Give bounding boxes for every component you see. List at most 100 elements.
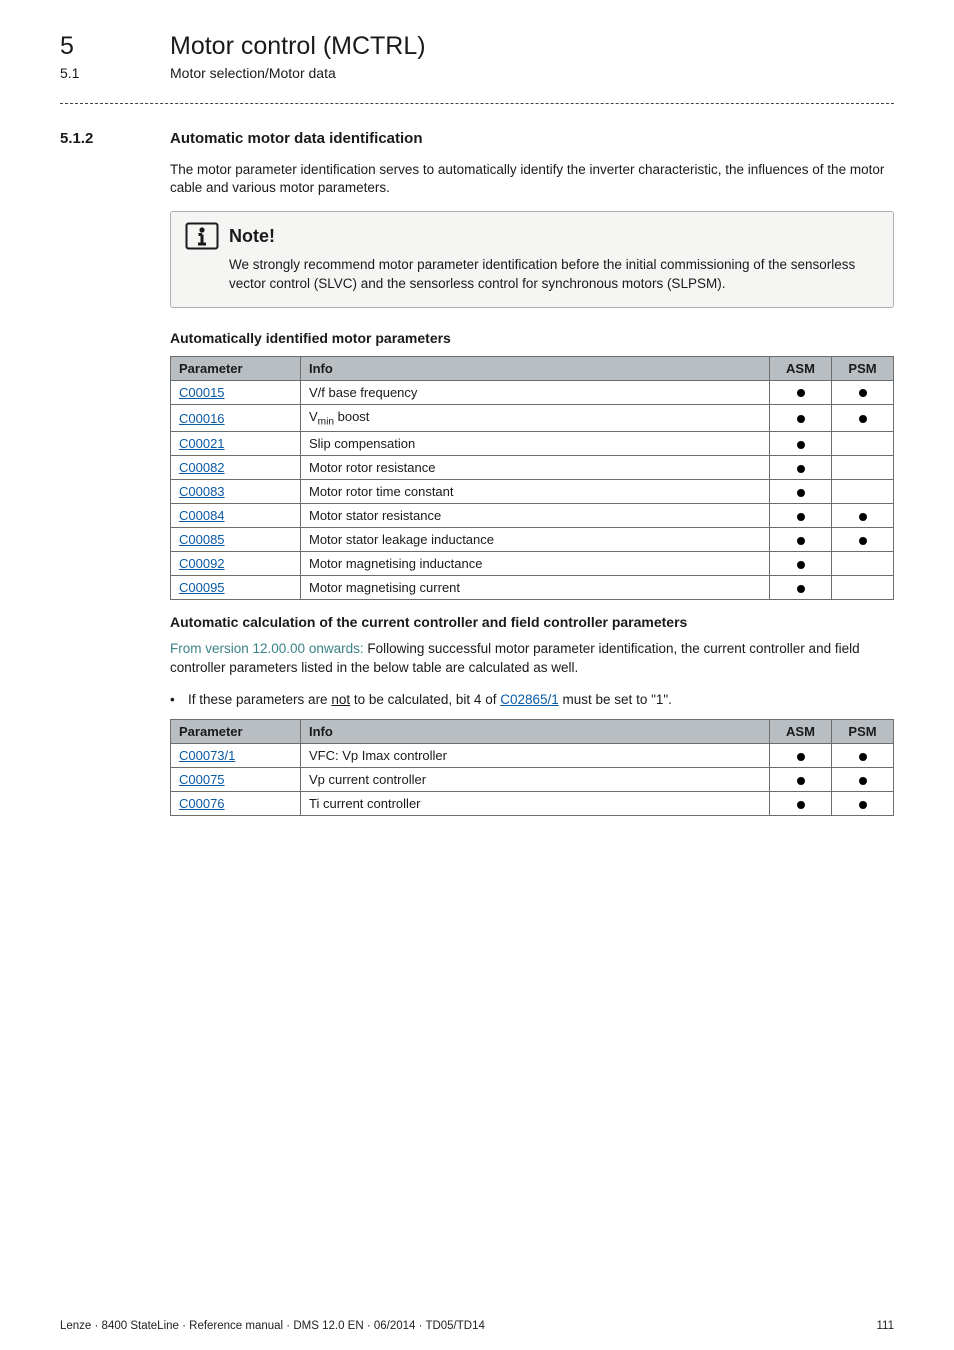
param-link[interactable]: C00075 [179, 772, 225, 787]
dot-icon [859, 389, 867, 397]
param-link[interactable]: C00076 [179, 796, 225, 811]
dot-icon [859, 415, 867, 423]
table-row: C00084 Motor stator resistance [171, 504, 894, 528]
dot-icon [797, 537, 805, 545]
asm-cell [770, 552, 832, 576]
subsection-number: 5.1.2 [60, 130, 170, 147]
table-row: C00082 Motor rotor resistance [171, 456, 894, 480]
table-row: C00076 Ti current controller [171, 792, 894, 816]
chapter-number: 5 [60, 32, 170, 61]
param-link[interactable]: C00085 [179, 532, 225, 547]
auto-params-table: Parameter Info ASM PSM C00015V/f base fr… [170, 356, 894, 601]
intro-paragraph: The motor parameter identification serve… [170, 161, 894, 197]
psm-cell [832, 404, 894, 432]
bullet-item: • If these parameters are not to be calc… [170, 691, 894, 709]
asm-cell [770, 504, 832, 528]
info-icon [185, 222, 219, 250]
dot-icon [797, 389, 805, 397]
dot-icon [859, 801, 867, 809]
auto-calc-heading: Automatic calculation of the current con… [170, 614, 894, 630]
dot-icon [797, 415, 805, 423]
table-row: C00073/1VFC: Vp Imax controller [171, 744, 894, 768]
asm-cell [770, 768, 832, 792]
psm-cell [832, 480, 894, 504]
asm-cell [770, 792, 832, 816]
param-link[interactable]: C00092 [179, 556, 225, 571]
bullet-text: If these parameters are not to be calcul… [188, 691, 672, 709]
dot-icon [797, 441, 805, 449]
dot-icon [859, 777, 867, 785]
dot-icon [859, 753, 867, 761]
page-footer: Lenze · 8400 StateLine · Reference manua… [60, 1320, 894, 1332]
info-cell: Motor rotor resistance [301, 456, 770, 480]
info-cell: Vmin boost [301, 404, 770, 432]
col-parameter: Parameter [171, 356, 301, 380]
param-link[interactable]: C00095 [179, 580, 225, 595]
bullet-text-mid: to be calculated, bit 4 of [350, 692, 500, 707]
table-row: C00083 Motor rotor time constant [171, 480, 894, 504]
asm-cell [770, 744, 832, 768]
table-row: C00016 Vmin boost [171, 404, 894, 432]
dot-icon [797, 465, 805, 473]
param-link[interactable]: C00084 [179, 508, 225, 523]
col-info: Info [301, 720, 770, 744]
dot-icon [797, 753, 805, 761]
asm-cell [770, 480, 832, 504]
section-number: 5.1 [60, 65, 170, 81]
section-heading: 5.1.2 Automatic motor data identificatio… [60, 130, 894, 147]
running-header: 5 Motor control (MCTRL) 5.1 Motor select… [60, 32, 894, 81]
dot-icon [859, 513, 867, 521]
col-parameter: Parameter [171, 720, 301, 744]
auto-params-heading: Automatically identified motor parameter… [170, 330, 894, 346]
col-asm: ASM [770, 356, 832, 380]
info-cell: Slip compensation [301, 432, 770, 456]
dot-icon [797, 777, 805, 785]
psm-cell [832, 380, 894, 404]
col-info: Info [301, 356, 770, 380]
param-link[interactable]: C00083 [179, 484, 225, 499]
dot-icon [797, 561, 805, 569]
dot-icon [797, 585, 805, 593]
asm-cell [770, 456, 832, 480]
param-link[interactable]: C00073/1 [179, 748, 235, 763]
psm-cell [832, 552, 894, 576]
param-link[interactable]: C00016 [179, 411, 225, 426]
bullet-icon: • [170, 691, 188, 709]
asm-cell [770, 528, 832, 552]
dot-icon [797, 489, 805, 497]
info-cell: Vp current controller [301, 768, 770, 792]
psm-cell [832, 792, 894, 816]
version-note: From version 12.00.00 onwards: [170, 641, 364, 656]
info-cell: Motor stator resistance [301, 504, 770, 528]
chapter-title: Motor control (MCTRL) [170, 32, 426, 61]
table-row: C00021 Slip compensation [171, 432, 894, 456]
dot-icon [797, 801, 805, 809]
psm-cell [832, 576, 894, 600]
param-link[interactable]: C00021 [179, 436, 225, 451]
table-row: C00085 Motor stator leakage inductance [171, 528, 894, 552]
col-psm: PSM [832, 356, 894, 380]
bullet-text-post: must be set to "1". [559, 692, 672, 707]
psm-cell [832, 528, 894, 552]
asm-cell [770, 404, 832, 432]
divider-dashed [60, 103, 894, 104]
psm-cell [832, 432, 894, 456]
psm-cell [832, 456, 894, 480]
info-cell: Ti current controller [301, 792, 770, 816]
info-cell: Motor rotor time constant [301, 480, 770, 504]
asm-cell [770, 380, 832, 404]
bullet-link[interactable]: C02865/1 [500, 692, 559, 707]
table-header-row: Parameter Info ASM PSM [171, 720, 894, 744]
param-link[interactable]: C00015 [179, 385, 225, 400]
info-cell: Motor magnetising current [301, 576, 770, 600]
info-cell: Motor stator leakage inductance [301, 528, 770, 552]
footer-left: Lenze · 8400 StateLine · Reference manua… [60, 1320, 485, 1332]
psm-cell [832, 504, 894, 528]
psm-cell [832, 744, 894, 768]
param-link[interactable]: C00082 [179, 460, 225, 475]
bullet-text-pre: If these parameters are [188, 692, 331, 707]
note-title: Note! [229, 226, 275, 247]
dot-icon [859, 537, 867, 545]
auto-calc-paragraph: From version 12.00.00 onwards: Following… [170, 640, 894, 676]
psm-cell [832, 768, 894, 792]
